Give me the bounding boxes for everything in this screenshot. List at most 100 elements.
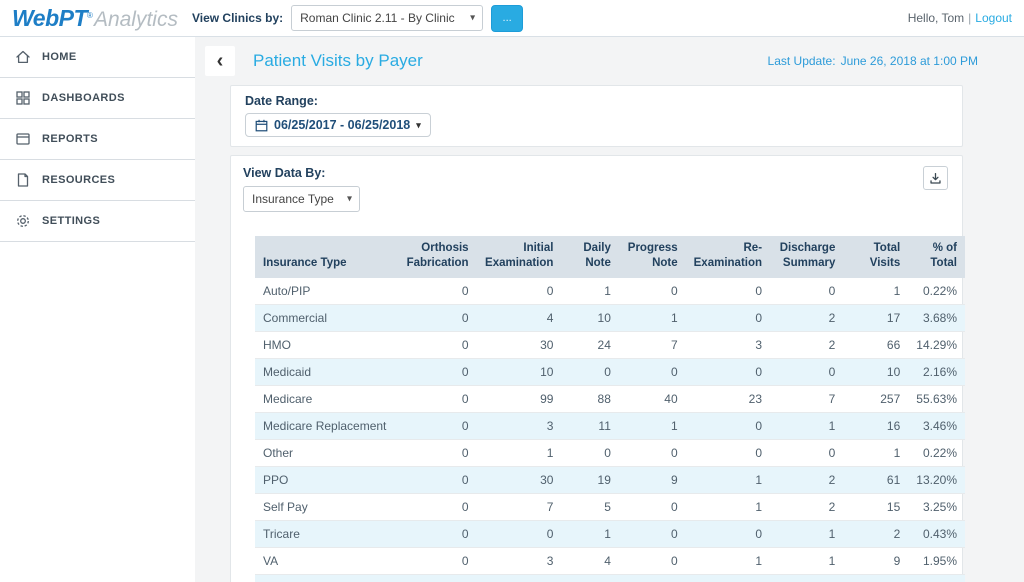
reports-icon: [15, 131, 31, 147]
value-cell: 2: [770, 493, 843, 520]
column-header: Initial Examination: [477, 236, 562, 278]
clinic-select-wrap: Roman Clinic 2.11 - By Clinic: [291, 5, 483, 31]
value-cell: 1: [770, 412, 843, 439]
value-cell: 0: [394, 520, 476, 547]
value-cell: 2: [770, 466, 843, 493]
value-cell: 7: [843, 574, 908, 582]
value-cell: 40: [619, 385, 686, 412]
payer-table: Insurance TypeOrthosis FabricationInitia…: [255, 236, 965, 582]
logout-link[interactable]: Logout: [975, 11, 1012, 25]
calendar-icon: [255, 119, 268, 132]
value-cell: 5: [561, 574, 618, 582]
value-cell: 1.95%: [908, 547, 965, 574]
table-row: Medicare099884023725755.63%: [255, 385, 965, 412]
value-cell: 0: [394, 412, 476, 439]
user-area: Hello, Tom|Logout: [908, 11, 1012, 25]
value-cell: 1: [843, 278, 908, 305]
download-button[interactable]: [923, 166, 948, 190]
date-range-value: 06/25/2017 - 06/25/2018: [274, 118, 410, 132]
column-header: Orthosis Fabrication: [394, 236, 476, 278]
payer-table-head: Insurance TypeOrthosis FabricationInitia…: [255, 236, 965, 278]
value-cell: 17: [843, 304, 908, 331]
value-cell: 257: [843, 385, 908, 412]
value-cell: 0: [394, 439, 476, 466]
value-cell: 0: [394, 331, 476, 358]
value-cell: 1: [561, 278, 618, 305]
sidebar-item-label: RESOURCES: [42, 174, 115, 186]
home-icon: [15, 49, 31, 65]
value-cell: 0: [619, 520, 686, 547]
column-header: % of Total: [908, 236, 965, 278]
date-range-picker[interactable]: 06/25/2017 - 06/25/2018 ▾: [245, 113, 431, 137]
table-row: Auto/PIP00100010.22%: [255, 278, 965, 305]
column-header: Insurance Type: [255, 236, 394, 278]
table-row: Other01000010.22%: [255, 439, 965, 466]
value-cell: 1: [686, 547, 770, 574]
sidebar-item-dashboards[interactable]: DASHBOARDS: [0, 78, 195, 119]
value-cell: 3: [686, 331, 770, 358]
value-cell: 66: [843, 331, 908, 358]
value-cell: 14.29%: [908, 331, 965, 358]
value-cell: 0: [394, 278, 476, 305]
value-cell: 10: [561, 304, 618, 331]
value-cell: 10: [843, 358, 908, 385]
value-cell: 0: [619, 493, 686, 520]
value-cell: 0: [394, 574, 476, 582]
report-panel: View Data By: Insurance Type Insurance T…: [230, 155, 963, 582]
value-cell: 0: [619, 278, 686, 305]
sidebar-item-resources[interactable]: RESOURCES: [0, 160, 195, 201]
payer-name-cell: Other: [255, 439, 394, 466]
value-cell: 11: [561, 412, 618, 439]
value-cell: 30: [477, 466, 562, 493]
value-cell: 1: [770, 520, 843, 547]
value-cell: 5: [561, 493, 618, 520]
table-row: PPO030199126113.20%: [255, 466, 965, 493]
back-button[interactable]: ‹: [205, 46, 235, 76]
view-data-selector[interactable]: Insurance Type: [243, 186, 360, 212]
value-cell: 10: [477, 358, 562, 385]
payer-name-cell: Tricare: [255, 520, 394, 547]
value-cell: 1.52%: [908, 574, 965, 582]
column-header: Total Visits: [843, 236, 908, 278]
value-cell: 2: [843, 520, 908, 547]
value-cell: 1: [686, 574, 770, 582]
table-row: Commercial0410102173.68%: [255, 304, 965, 331]
value-cell: 3.68%: [908, 304, 965, 331]
value-cell: 1: [686, 493, 770, 520]
sidebar-item-reports[interactable]: REPORTS: [0, 119, 195, 160]
value-cell: 1: [477, 574, 562, 582]
value-cell: 3.46%: [908, 412, 965, 439]
clinic-selector[interactable]: Roman Clinic 2.11 - By Clinic: [291, 5, 483, 31]
column-header: Progress Note: [619, 236, 686, 278]
sidebar-item-label: HOME: [42, 51, 77, 63]
value-cell: 3: [477, 412, 562, 439]
value-cell: 2.16%: [908, 358, 965, 385]
value-cell: 0: [619, 439, 686, 466]
value-cell: 0: [394, 547, 476, 574]
payer-name-cell: Self Pay: [255, 493, 394, 520]
value-cell: 1: [477, 439, 562, 466]
value-cell: 7: [619, 331, 686, 358]
more-options-button[interactable]: ...: [491, 5, 523, 32]
resources-icon: [15, 172, 31, 188]
settings-icon: [15, 213, 31, 229]
value-cell: 0: [619, 358, 686, 385]
value-cell: 1: [619, 412, 686, 439]
greeting-separator: |: [968, 11, 971, 25]
top-header: WebPT ® Analytics View Clinics by: Roman…: [0, 0, 1024, 37]
view-data-by: View Data By: Insurance Type: [243, 166, 962, 212]
payer-table-body: Auto/PIP00100010.22%Commercial0410102173…: [255, 278, 965, 582]
logo-brand: WebPT: [12, 5, 87, 32]
sidebar-item-label: DASHBOARDS: [42, 92, 125, 104]
value-cell: 99: [477, 385, 562, 412]
download-icon: [929, 172, 942, 185]
value-cell: 0: [686, 278, 770, 305]
sidebar-item-home[interactable]: HOME: [0, 37, 195, 78]
last-update: Last Update:June 26, 2018 at 1:00 PM: [768, 54, 978, 68]
value-cell: 2: [770, 331, 843, 358]
value-cell: 0: [686, 439, 770, 466]
sidebar-item-settings[interactable]: SETTINGS: [0, 201, 195, 242]
value-cell: 1: [561, 520, 618, 547]
table-row: Medicaid0100000102.16%: [255, 358, 965, 385]
value-cell: 4: [477, 304, 562, 331]
